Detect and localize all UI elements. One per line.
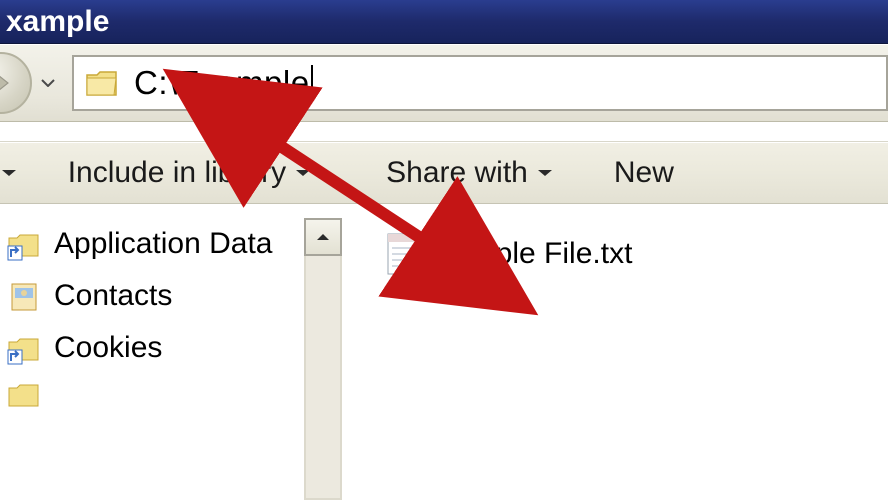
command-toolbar: ze Include in library Share with New — [0, 142, 888, 204]
arrow-right-icon — [0, 69, 15, 97]
tree-item-label: Contacts — [54, 279, 172, 313]
folder-shortcut-icon — [6, 226, 42, 262]
folder-icon — [84, 65, 120, 101]
chevron-up-icon — [315, 232, 331, 242]
window-titlebar: xample — [0, 0, 888, 44]
text-caret-icon — [311, 65, 313, 101]
address-path: C:\Example — [134, 64, 310, 102]
spacer — [0, 122, 888, 142]
folder-shortcut-icon — [6, 376, 42, 412]
nav-history-dropdown[interactable] — [38, 73, 58, 93]
navigation-tree: Application Data Contacts Cookies — [0, 204, 320, 500]
tree-item-label: Cookies — [54, 331, 162, 365]
organize-menu[interactable]: ze — [0, 143, 28, 203]
content-area: Application Data Contacts Cookies — [0, 204, 888, 500]
chevron-down-icon — [41, 79, 55, 87]
chevron-down-icon — [536, 168, 554, 178]
new-folder-button[interactable]: New — [604, 143, 684, 203]
include-in-library-menu[interactable]: Include in library — [58, 143, 322, 203]
file-list: Sample File.txt — [320, 204, 888, 500]
scrollbar-track[interactable] — [304, 256, 342, 500]
contacts-icon — [6, 278, 42, 314]
tree-item[interactable] — [6, 374, 320, 414]
scroll-up-button[interactable] — [304, 218, 342, 256]
chevron-down-icon — [0, 168, 18, 178]
navigation-bar: C:\Example — [0, 44, 888, 122]
text-file-icon — [382, 230, 422, 278]
file-name: Sample File.txt — [434, 237, 632, 271]
tree-item-application-data[interactable]: Application Data — [6, 218, 320, 270]
chevron-down-icon — [294, 168, 312, 178]
share-with-menu[interactable]: Share with — [376, 143, 564, 203]
tree-item-contacts[interactable]: Contacts — [6, 270, 320, 322]
tree-item-cookies[interactable]: Cookies — [6, 322, 320, 374]
folder-shortcut-icon — [6, 330, 42, 366]
forward-button[interactable] — [0, 52, 32, 114]
address-bar[interactable]: C:\Example — [72, 55, 888, 111]
tree-item-label: Application Data — [54, 227, 272, 261]
file-item-sample-file[interactable]: Sample File.txt — [382, 230, 888, 278]
window-title: xample — [6, 5, 109, 39]
